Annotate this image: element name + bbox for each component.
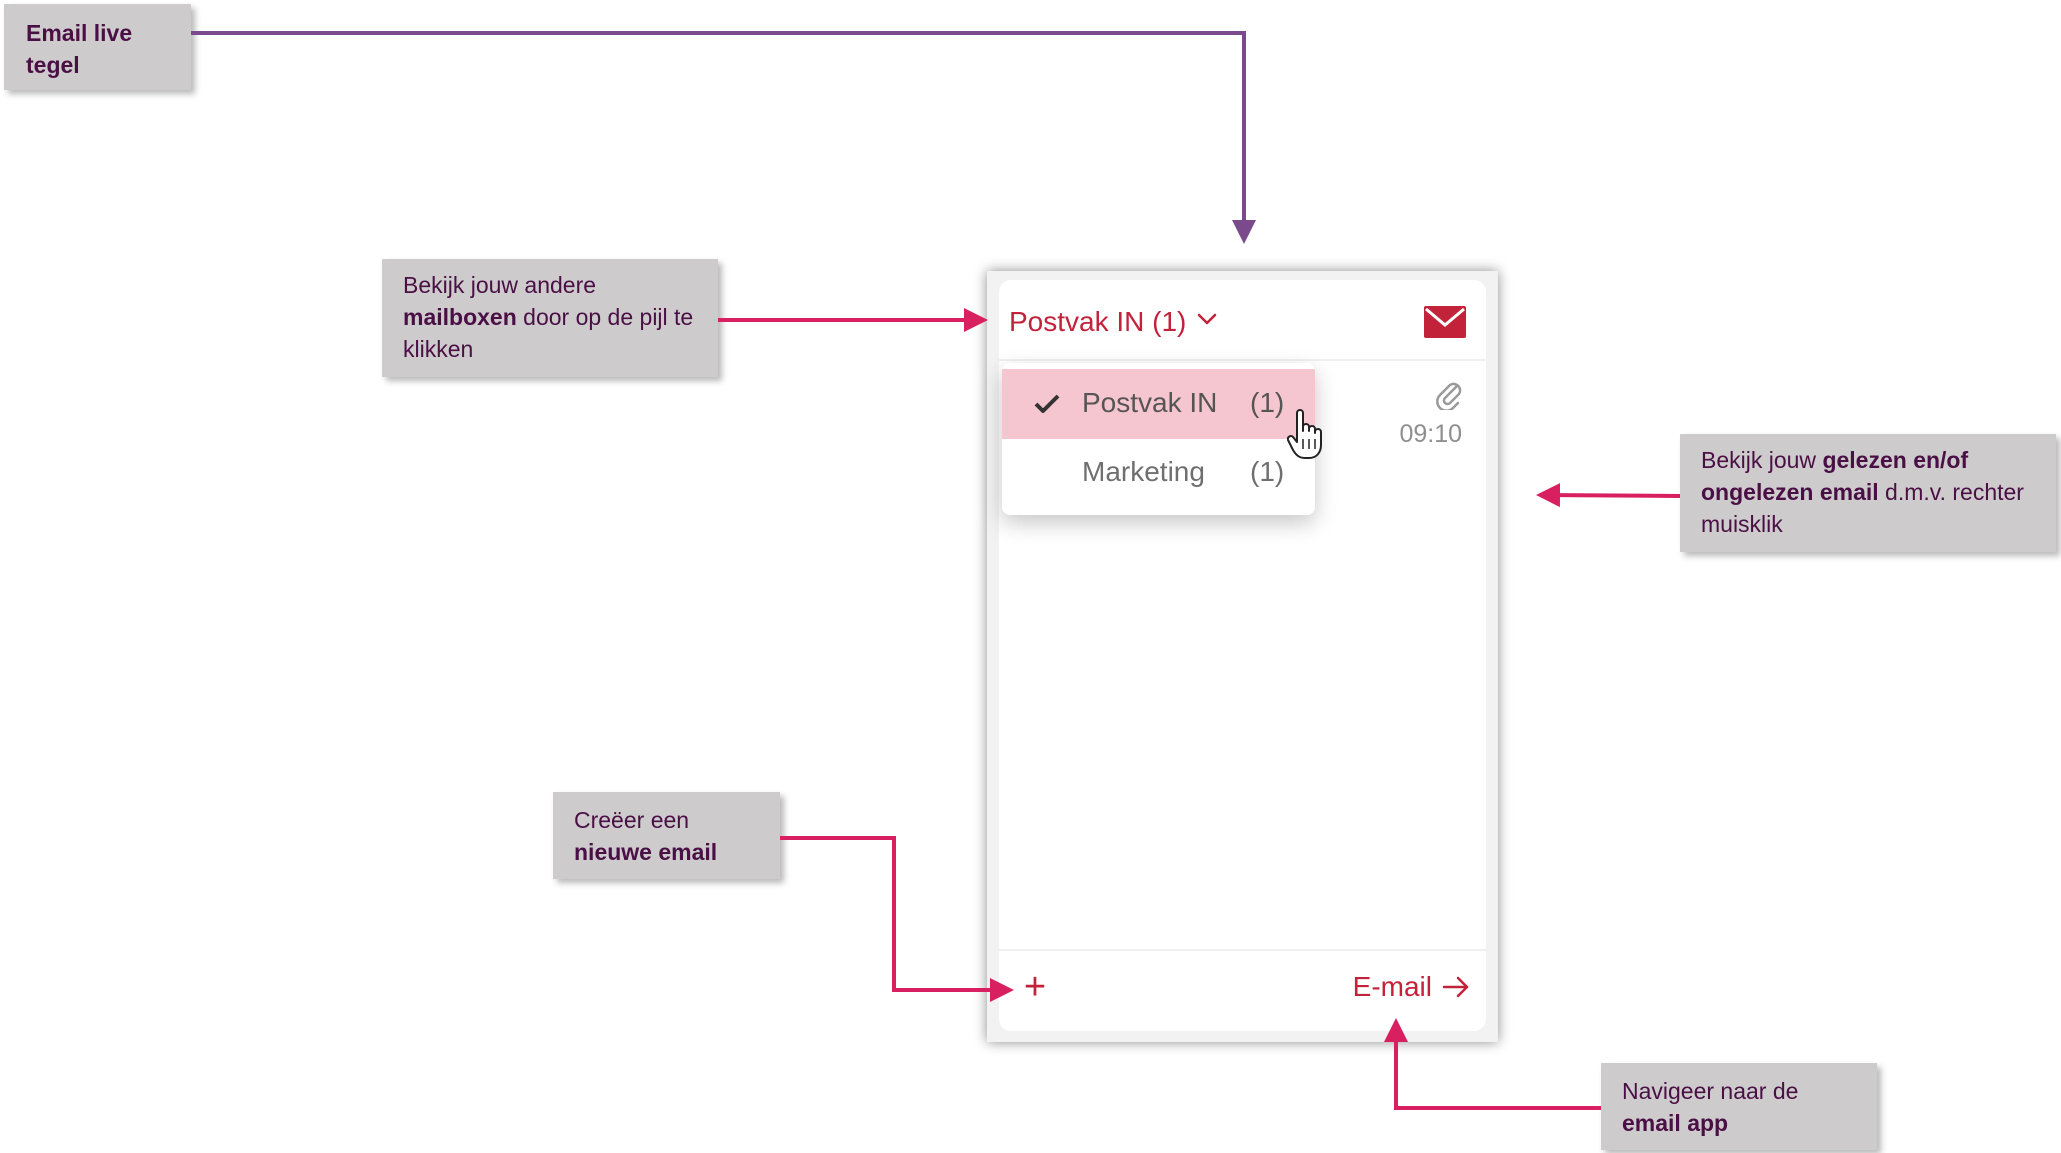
paperclip-icon [1436,382,1462,410]
chevron-down-icon [1198,313,1217,325]
dropdown-item-postvak-in[interactable]: Postvak IN (1) [1002,369,1315,439]
hand-cursor-icon [1287,409,1322,459]
callout-read-unread: Bekijk jouw gelezen en/of ongelezen emai… [1680,434,2056,552]
envelope-icon[interactable] [1424,306,1466,338]
callout-nav-prefix: Navigeer naar de [1622,1078,1799,1104]
new-email-button[interactable]: + [1019,967,1051,1007]
arrow-right-icon [1442,976,1469,998]
mailbox-dropdown: Postvak IN (1) Marketing (1) [1002,363,1315,515]
callout-email-live-tile: Email live tegel [4,4,191,90]
checkmark-icon [1034,394,1060,413]
callout-new-prefix: Creëer een [574,807,690,833]
connector-read [1536,483,1681,508]
callout-nav-bold: email app [1622,1110,1729,1136]
callout-mailbox-bold: mailboxen [403,304,517,330]
email-app-link[interactable]: E-mail [1353,971,1470,1003]
mailbox-selector[interactable]: Postvak IN (1) [1009,302,1218,342]
callout-new-email: Creëer een nieuwe email [553,792,780,879]
callout-navigate-email-app: Navigeer naar de email app [1601,1063,1877,1150]
dropdown-item-count: (1) [1250,456,1285,487]
tile-header: Postvak IN (1) [999,280,1486,361]
callout-mailbox-prefix: Bekijk jouw andere [403,272,597,298]
dropdown-item-label: Postvak IN [1082,387,1218,418]
tile-footer: + E-mail [999,949,1486,1031]
dropdown-item-marketing[interactable]: Marketing (1) [1002,438,1315,508]
callout-read-prefix: Bekijk jouw [1701,447,1823,473]
connector-new-mail [780,836,1014,1002]
mailbox-selector-label: Postvak IN (1) [1009,306,1187,337]
connector-tile [191,31,1256,244]
callout-other-mailboxes: Bekijk jouw andere mailboxen door op de … [382,259,718,377]
dropdown-item-count: (1) [1250,387,1285,418]
callout-tile-text: Email live tegel [26,20,133,78]
email-app-link-label: E-mail [1352,971,1432,1002]
dropdown-item-label: Marketing [1082,456,1205,487]
callout-new-bold: nieuwe email [574,839,718,865]
email-time: 09:10 [1399,420,1462,448]
